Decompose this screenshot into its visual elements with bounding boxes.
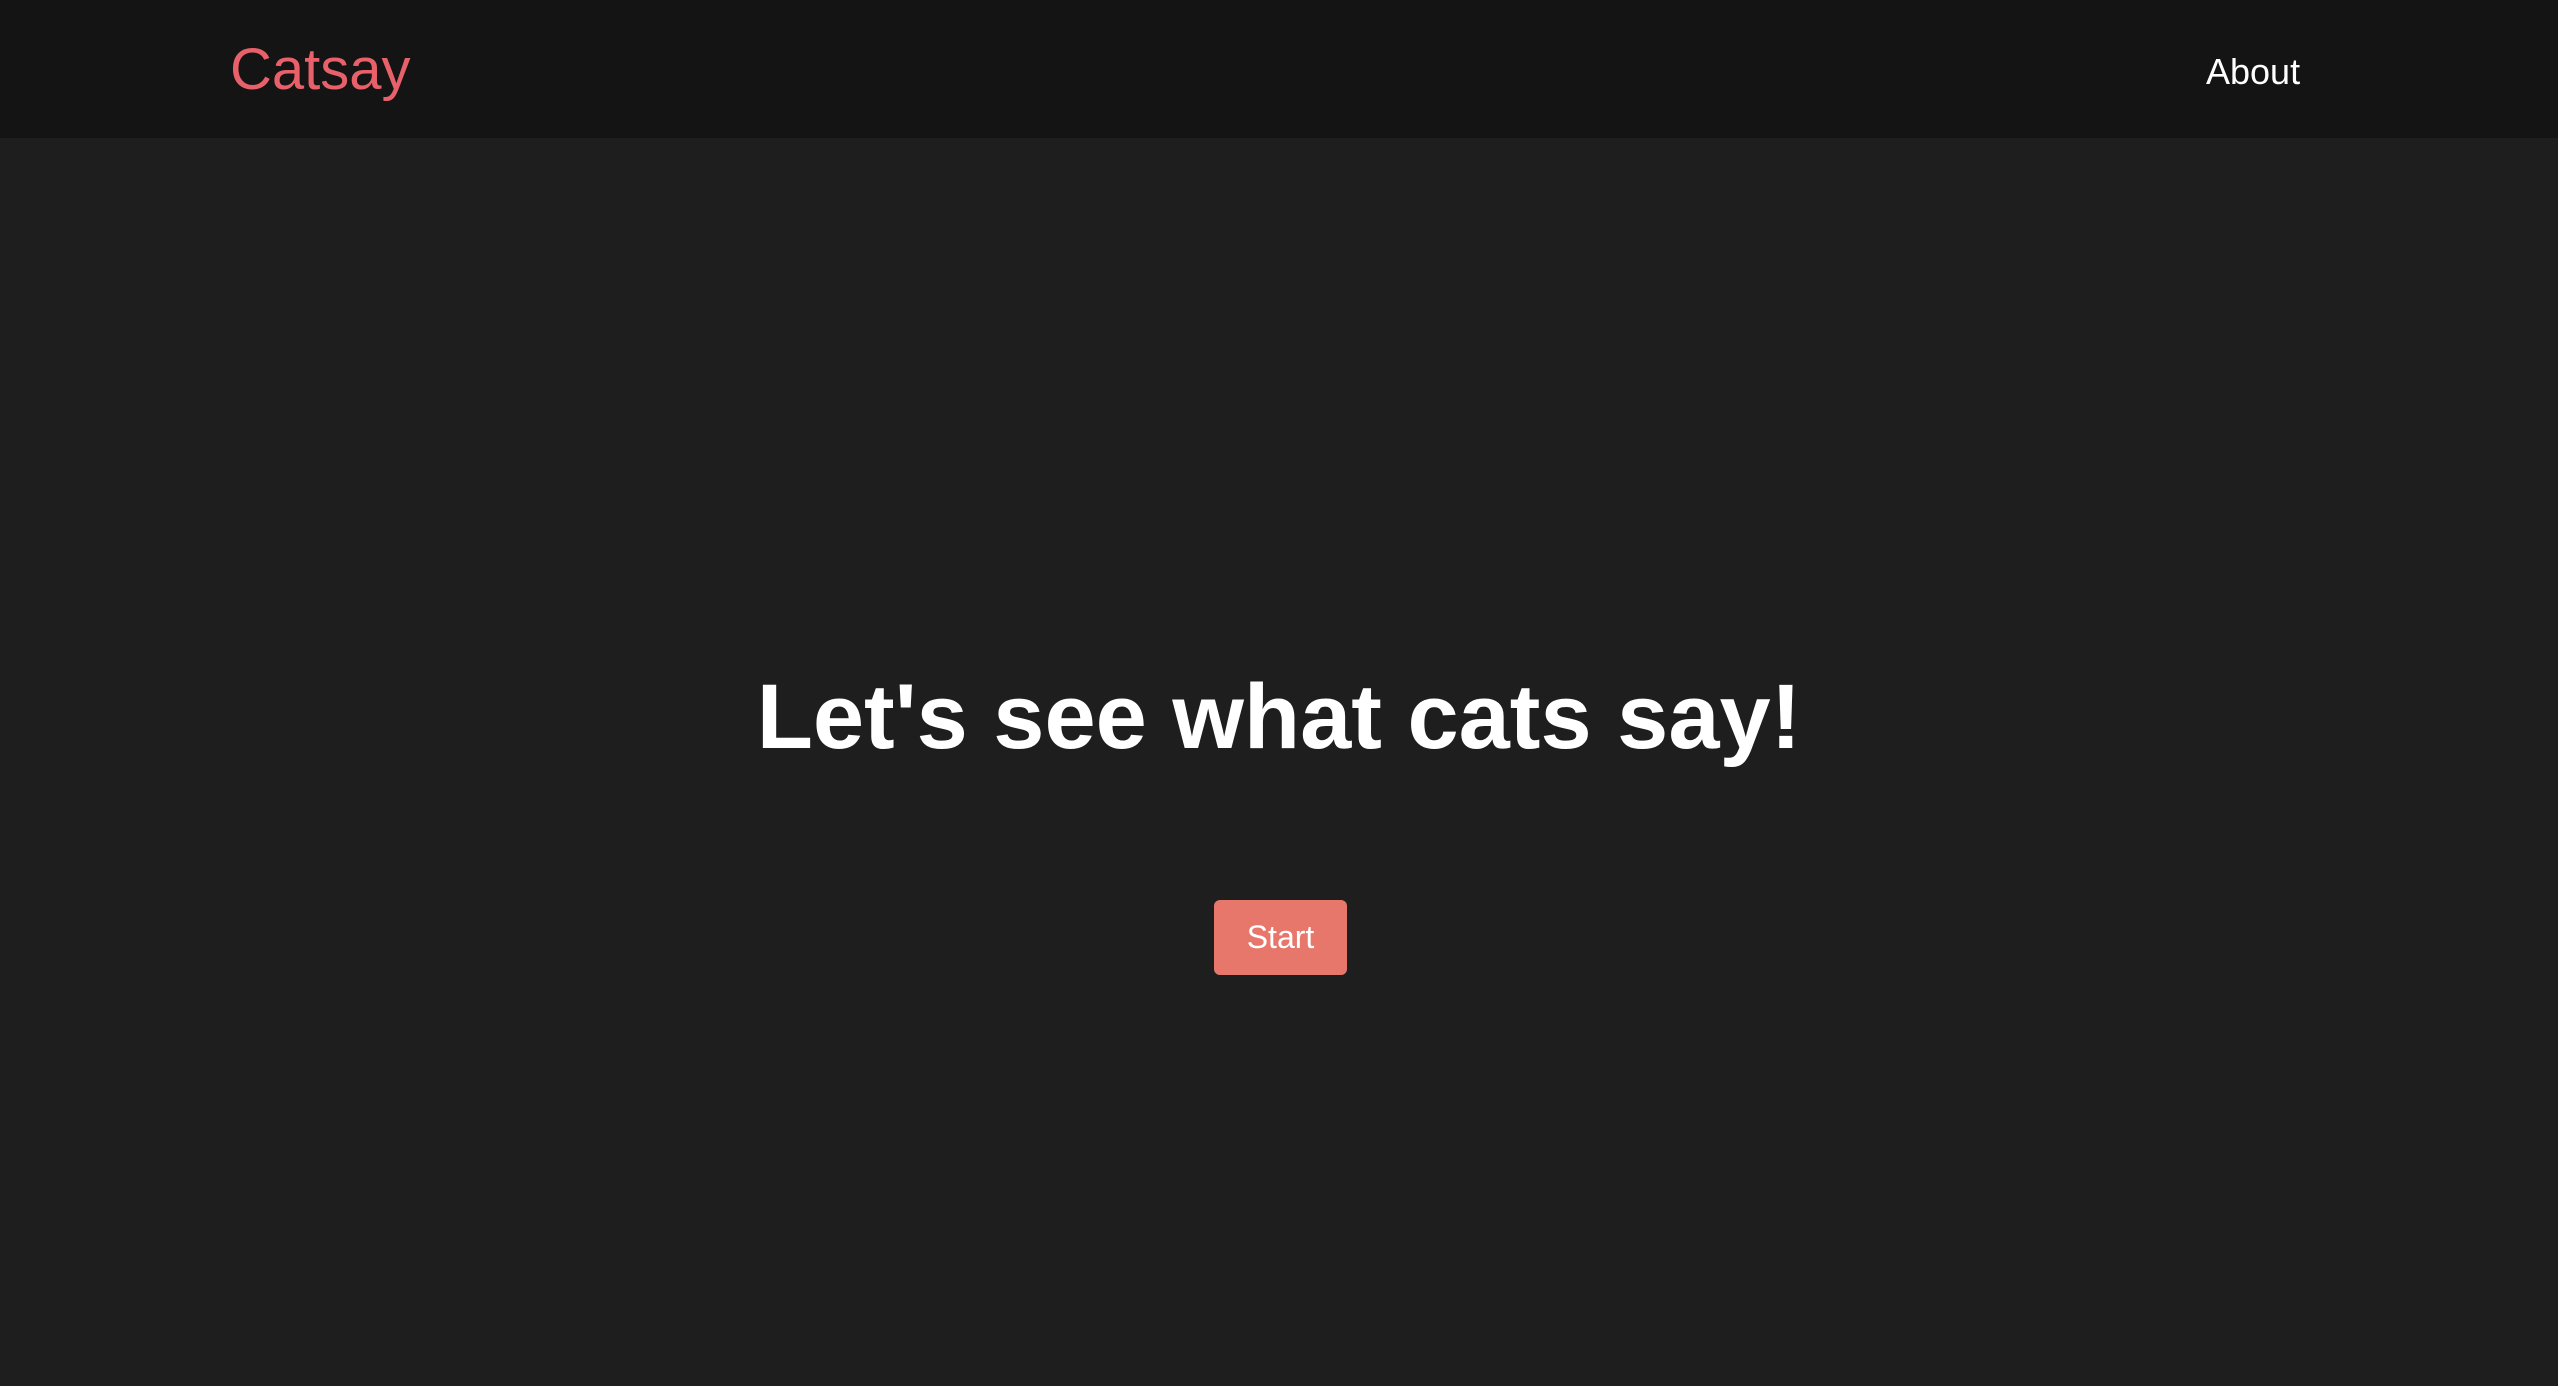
brand-logo-link[interactable]: Catsay bbox=[230, 30, 411, 110]
start-button[interactable]: Start bbox=[1214, 900, 1347, 975]
top-navbar: Catsay About bbox=[0, 0, 2558, 138]
hero-headline: Let's see what cats say! bbox=[756, 666, 1802, 768]
nav-link-about[interactable]: About bbox=[2206, 42, 2300, 102]
